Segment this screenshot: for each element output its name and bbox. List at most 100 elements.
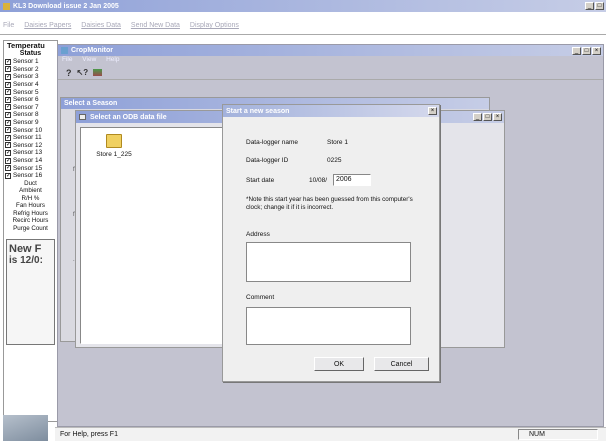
menu-send-new-data[interactable]: Send New Data xyxy=(131,22,180,29)
sensor-label: Sensor 10 xyxy=(13,126,43,134)
odb-window-icon xyxy=(79,114,86,120)
sensor-checkbox[interactable]: ✓ xyxy=(5,165,11,172)
main-window-buttons: _ □ xyxy=(585,2,606,10)
sensor-label: Sensor 1 xyxy=(13,58,39,66)
sensor-checkbox[interactable]: ✓ xyxy=(5,89,11,96)
dialog-title-bar: Start a new season × xyxy=(223,105,439,117)
sensor-label: Sensor 6 xyxy=(13,96,39,104)
chart-tool-icon[interactable] xyxy=(93,69,103,76)
sensor-row[interactable]: ✓ Sensor 16 xyxy=(4,172,57,180)
sensor-checkbox[interactable]: ✓ xyxy=(5,172,11,179)
status-bar: For Help, press F1 NUM xyxy=(55,427,606,441)
cancel-button[interactable]: Cancel xyxy=(374,357,429,371)
sensor-row[interactable]: ✓ Sensor 4 xyxy=(4,81,57,89)
folder-label: Store 1_225 xyxy=(96,151,132,158)
odb-close-icon[interactable]: × xyxy=(493,113,502,121)
main-top-rule xyxy=(0,34,606,35)
sensor-label: Sensor 2 xyxy=(13,65,39,73)
crop-toolbar: ? ↖? xyxy=(58,66,603,80)
crop-close-icon[interactable]: × xyxy=(592,46,601,55)
main-title-bar: KL3 Download issue 2 Jan 2005 _ □ xyxy=(0,0,606,12)
main-window-title: KL3 Download issue 2 Jan 2005 xyxy=(13,2,119,10)
sensor-checkbox[interactable]: ✓ xyxy=(5,127,11,134)
menu-display-options[interactable]: Display Options xyxy=(190,22,239,29)
sensor-checkbox[interactable]: ✓ xyxy=(5,111,11,118)
odb-file-item[interactable]: Store 1_225 xyxy=(89,134,139,158)
crop-monitor-title: CropMonitor xyxy=(71,47,113,54)
start-year-note: *Note this start year has been guessed f… xyxy=(246,196,413,211)
crop-minimize-icon[interactable]: _ xyxy=(572,46,581,55)
sensor-label: Sensor 3 xyxy=(13,73,39,81)
sensor-checkbox[interactable]: ✓ xyxy=(5,73,11,80)
reading-label: Fan Hours xyxy=(16,202,45,210)
comment-textarea[interactable] xyxy=(246,307,411,345)
sensor-row[interactable]: ✓ Sensor 9 xyxy=(4,119,57,127)
sensor-checkbox[interactable]: ✓ xyxy=(5,66,11,73)
start-year-input[interactable]: 2006 xyxy=(333,174,371,186)
odb-maximize-icon[interactable]: □ xyxy=(483,113,492,121)
sensor-row[interactable]: ✓ Sensor 11 xyxy=(4,134,57,142)
reading-label: Ambient xyxy=(19,187,42,195)
sensor-row[interactable]: ✓ Sensor 3 xyxy=(4,73,57,81)
sensor-label: Sensor 11 xyxy=(13,134,42,142)
app-icon xyxy=(3,2,10,10)
sensor-checkbox[interactable]: ✓ xyxy=(5,96,11,103)
crop-menu-file[interactable]: File xyxy=(62,56,72,63)
sensor-row[interactable]: ✓ Sensor 15 xyxy=(4,164,57,172)
minimize-icon[interactable]: _ xyxy=(585,2,594,10)
crop-menu-help[interactable]: Help xyxy=(106,56,119,63)
ok-button[interactable]: OK xyxy=(314,357,364,371)
crop-maximize-icon[interactable]: □ xyxy=(582,46,591,55)
reading-label: R/H % xyxy=(21,194,40,202)
reading-label: Recirc Hours xyxy=(12,217,49,225)
sensor-checkbox[interactable]: ✓ xyxy=(5,81,11,88)
sensor-checkbox[interactable]: ✓ xyxy=(5,142,11,149)
crop-menu-view[interactable]: View xyxy=(82,56,96,63)
sensor-row[interactable]: ✓ Sensor 5 xyxy=(4,88,57,96)
start-date-label: Start date xyxy=(246,177,275,184)
close-icon[interactable]: □ xyxy=(595,2,604,10)
sensor-row[interactable]: ✓ Sensor 10 xyxy=(4,126,57,134)
sensor-row[interactable]: ✓ Sensor 1 xyxy=(4,58,57,66)
sensor-panel: Temperatu Status ✓ Sensor 1 ✓ Sensor 2 ✓ Sens… xyxy=(3,40,58,422)
menu-daisies-papers[interactable]: Daisies Papers xyxy=(24,22,71,29)
crop-monitor-menu: File View Help xyxy=(58,56,603,66)
sensor-checkbox[interactable]: ✓ xyxy=(5,134,11,141)
sensor-row[interactable]: ✓ Sensor 13 xyxy=(4,149,57,157)
crop-monitor-app-icon xyxy=(61,47,68,54)
sensor-checkbox[interactable]: ✓ xyxy=(5,58,11,65)
sensor-row[interactable]: ✓ Sensor 7 xyxy=(4,104,57,112)
help-tool-icon[interactable]: ? xyxy=(66,68,72,78)
sensor-label: Sensor 8 xyxy=(13,111,39,119)
menu-daisies-data[interactable]: Daisies Data xyxy=(81,22,121,29)
sensor-row[interactable]: ✓ Sensor 14 xyxy=(4,157,57,165)
sensor-list: ✓ Sensor 1 ✓ Sensor 2 ✓ Sensor 3 ✓ Sensor 4 ✓ Sen… xyxy=(4,58,57,180)
select-season-title: Select a Season xyxy=(64,100,118,107)
dialog-close-icon[interactable]: × xyxy=(428,107,437,115)
dialog-title: Start a new season xyxy=(226,107,290,115)
status-num-indicator: NUM xyxy=(518,429,598,440)
sensor-checkbox[interactable]: ✓ xyxy=(5,119,11,126)
main-menu-bar: File Daisies Papers Daisies Data Send Ne… xyxy=(3,22,603,32)
sensor-checkbox[interactable]: ✓ xyxy=(5,157,11,164)
sensor-row[interactable]: ✓ Sensor 8 xyxy=(4,111,57,119)
new-season-dialog: Start a new season × Data-logger name St… xyxy=(222,104,440,382)
sensor-row[interactable]: ✓ Sensor 12 xyxy=(4,142,57,150)
sensor-checkbox[interactable]: ✓ xyxy=(5,104,11,111)
address-textarea[interactable] xyxy=(246,242,411,282)
sensor-row[interactable]: ✓ Sensor 2 xyxy=(4,66,57,74)
context-help-icon[interactable]: ↖? xyxy=(77,68,89,77)
news-line-2: is 12/0: xyxy=(9,254,43,266)
odb-window-buttons: _ □ × xyxy=(473,113,504,121)
menu-file[interactable]: File xyxy=(3,22,14,29)
odb-minimize-icon[interactable]: _ xyxy=(473,113,482,121)
logger-name-label: Data-logger name xyxy=(246,139,299,146)
sensor-label: Sensor 13 xyxy=(13,149,43,157)
logo-image xyxy=(3,415,48,441)
sensor-row[interactable]: ✓ Sensor 6 xyxy=(4,96,57,104)
sensor-label: Sensor 16 xyxy=(13,172,43,180)
address-label: Address xyxy=(246,231,270,238)
sensor-label: Sensor 7 xyxy=(13,103,39,111)
news-line-1: New F xyxy=(9,242,42,255)
sensor-checkbox[interactable]: ✓ xyxy=(5,149,11,156)
